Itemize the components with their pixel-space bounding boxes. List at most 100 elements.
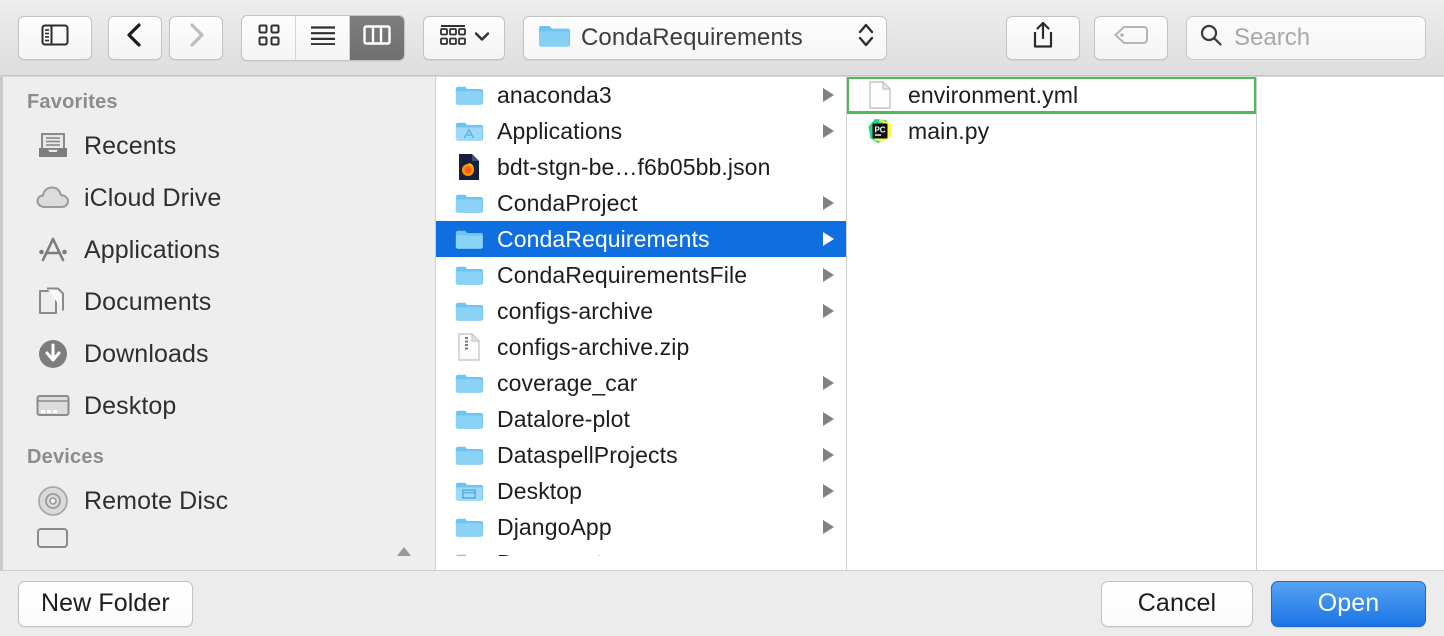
sidebar-item-recents[interactable]: Recents xyxy=(3,120,435,172)
chevron-left-icon xyxy=(125,22,145,53)
file-column-2: environment.yml PC main.py xyxy=(847,77,1257,570)
table-row[interactable]: CondaProject xyxy=(436,185,846,221)
sidebar-scroll-up-arrow[interactable] xyxy=(397,547,411,556)
sidebar-toggle-button[interactable] xyxy=(18,16,92,60)
folder-icon xyxy=(538,23,570,53)
sidebar-item-desktop[interactable]: Desktop xyxy=(3,380,435,432)
disclosure-triangle-icon xyxy=(823,448,834,462)
sidebar-item-label: iCloud Drive xyxy=(84,184,221,213)
table-row[interactable]: Applications xyxy=(436,113,846,149)
disclosure-triangle-icon xyxy=(823,88,834,102)
zip-file-icon xyxy=(453,333,485,361)
applications-icon xyxy=(35,234,71,266)
cancel-button[interactable]: Cancel xyxy=(1101,581,1253,627)
icloud-icon xyxy=(35,182,71,214)
applications-folder-icon xyxy=(453,117,485,145)
arrange-button[interactable] xyxy=(423,16,505,60)
disclosure-triangle-icon xyxy=(823,268,834,282)
table-row-selected[interactable]: CondaRequirements xyxy=(436,221,846,257)
disclosure-triangle-icon xyxy=(823,376,834,390)
table-row[interactable]: configs-archive xyxy=(436,293,846,329)
desktop-folder-icon xyxy=(453,477,485,505)
sidebar-item-applications[interactable]: Applications xyxy=(3,224,435,276)
sidebar-item-icloud-drive[interactable]: iCloud Drive xyxy=(3,172,435,224)
table-row[interactable]: Desktop xyxy=(436,473,846,509)
table-row[interactable]: coverage_car xyxy=(436,365,846,401)
sidebar-item-downloads[interactable]: Downloads xyxy=(3,328,435,380)
back-button[interactable] xyxy=(108,16,162,60)
file-name: main.py xyxy=(908,118,989,145)
table-row[interactable]: anaconda3 xyxy=(436,77,846,113)
folder-icon xyxy=(453,369,485,397)
sidebar-item-label: Downloads xyxy=(84,340,209,369)
disclosure-triangle-icon xyxy=(823,520,834,534)
dialog-body: Favorites Recents xyxy=(0,76,1444,570)
file-name: Desktop xyxy=(497,478,582,505)
table-row[interactable]: DjangoApp xyxy=(436,509,846,545)
sidebar-item-label: Documents xyxy=(84,288,211,317)
file-name: CondaRequirementsFile xyxy=(497,262,747,289)
search-input[interactable]: Search xyxy=(1186,16,1426,60)
table-row[interactable]: configs-archive.zip xyxy=(436,329,846,365)
navigation-buttons xyxy=(108,16,223,60)
file-name: Applications xyxy=(497,118,622,145)
sidebar-toggle-icon xyxy=(41,23,69,52)
sidebar: Favorites Recents xyxy=(0,77,436,570)
folder-icon xyxy=(453,261,485,289)
path-label: CondaRequirements xyxy=(581,24,856,52)
pycharm-python-icon: PC xyxy=(864,117,896,145)
table-row-highlighted[interactable]: environment.yml xyxy=(847,77,1256,113)
view-mode-icon-button[interactable] xyxy=(242,16,296,60)
new-folder-button[interactable]: New Folder xyxy=(18,581,193,627)
file-column-3-empty xyxy=(1257,77,1444,570)
sidebar-item-label: Recents xyxy=(84,132,176,161)
view-mode-column-button[interactable] xyxy=(350,16,404,60)
sidebar-item-partial-clipped[interactable] xyxy=(3,527,435,553)
horizontal-scrollbar[interactable] xyxy=(436,556,846,570)
updown-chevron-icon xyxy=(856,20,876,55)
grid-view-icon xyxy=(258,24,280,51)
file-name: CondaRequirements xyxy=(497,226,710,253)
downloads-icon xyxy=(35,338,71,370)
sidebar-item-label: Desktop xyxy=(84,392,176,421)
view-mode-list-button[interactable] xyxy=(296,16,350,60)
file-name: Datalore-plot xyxy=(497,406,630,433)
file-name: DjangoApp xyxy=(497,514,612,541)
folder-icon xyxy=(453,225,485,253)
svg-text:PC: PC xyxy=(874,126,885,135)
tag-icon xyxy=(1114,25,1148,50)
search-placeholder: Search xyxy=(1234,24,1310,52)
column-browser: anaconda3 Applications xyxy=(436,77,1444,570)
file-name: configs-archive xyxy=(497,298,653,325)
open-file-dialog: CondaRequirements xyxy=(0,0,1444,636)
tags-button[interactable] xyxy=(1094,16,1168,60)
desktop-icon xyxy=(35,390,71,422)
arrange-grid-icon xyxy=(439,24,467,51)
disclosure-triangle-icon xyxy=(823,304,834,318)
file-name: configs-archive.zip xyxy=(497,334,689,361)
table-row[interactable]: DataspellProjects xyxy=(436,437,846,473)
table-row[interactable]: bdt-stgn-be…f6b05bb.json xyxy=(436,149,846,185)
file-name: environment.yml xyxy=(908,82,1078,109)
folder-icon xyxy=(453,81,485,109)
list-view-icon xyxy=(310,25,336,50)
table-row[interactable]: PC main.py xyxy=(847,113,1256,149)
sidebar-item-documents[interactable]: Documents xyxy=(3,276,435,328)
path-popup-button[interactable]: CondaRequirements xyxy=(523,16,887,60)
sidebar-item-remote-disc[interactable]: Remote Disc xyxy=(3,475,435,527)
sidebar-item-label: Remote Disc xyxy=(84,487,228,516)
share-icon xyxy=(1031,21,1055,54)
share-button[interactable] xyxy=(1006,16,1080,60)
forward-button[interactable] xyxy=(169,16,223,60)
recents-icon xyxy=(35,130,71,162)
table-row[interactable]: CondaRequirementsFile xyxy=(436,257,846,293)
generic-file-icon xyxy=(864,81,896,109)
folder-icon xyxy=(453,513,485,541)
file-name: CondaProject xyxy=(497,190,638,217)
disclosure-triangle-icon xyxy=(823,232,834,246)
search-icon xyxy=(1199,23,1223,52)
disclosure-triangle-icon xyxy=(823,124,834,138)
open-button[interactable]: Open xyxy=(1271,581,1426,627)
table-row[interactable]: Datalore-plot xyxy=(436,401,846,437)
view-mode-group xyxy=(241,15,405,61)
